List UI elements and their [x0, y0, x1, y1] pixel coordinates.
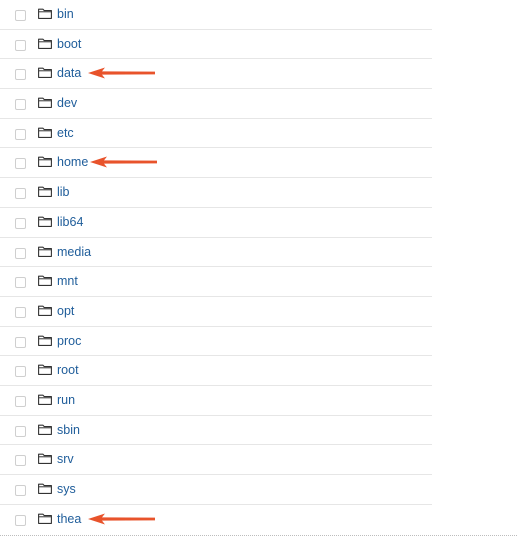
row-checkbox[interactable]	[15, 217, 26, 229]
file-row-thea: thea	[0, 505, 432, 535]
row-checkbox[interactable]	[15, 158, 26, 170]
folder-icon	[38, 216, 52, 227]
row-checkbox[interactable]	[15, 128, 26, 140]
folder-link[interactable]: opt	[57, 304, 74, 318]
row-checkbox[interactable]	[15, 10, 26, 21]
file-row-home: home	[0, 148, 432, 179]
arrow-left-icon	[90, 156, 158, 168]
row-checkbox[interactable]	[15, 69, 26, 81]
file-row-run: run	[0, 386, 432, 416]
arrow-left-icon	[88, 513, 156, 525]
folder-link[interactable]: dev	[57, 96, 77, 110]
row-checkbox[interactable]	[15, 514, 26, 526]
file-row-sys: sys	[0, 475, 432, 505]
folder-link[interactable]: data	[57, 66, 81, 80]
folder-icon	[38, 246, 52, 257]
folder-link[interactable]: lib	[57, 185, 70, 199]
file-row-srv: srv	[0, 445, 432, 475]
file-list: bin boot data dev etc home lib lib64 med…	[0, 0, 432, 534]
file-row-dev: dev	[0, 89, 432, 119]
file-row-mnt: mnt	[0, 267, 432, 297]
row-checkbox[interactable]	[15, 336, 26, 348]
list-bottom-divider	[0, 535, 517, 536]
file-row-etc: etc	[0, 119, 432, 149]
folder-link[interactable]: run	[57, 393, 75, 407]
folder-icon	[38, 127, 52, 138]
folder-link[interactable]: mnt	[57, 274, 78, 288]
folder-icon	[38, 67, 52, 79]
row-checkbox[interactable]	[15, 306, 26, 318]
folder-icon	[38, 483, 52, 494]
file-row-media: media	[0, 238, 432, 268]
folder-icon	[38, 38, 52, 49]
folder-icon	[38, 335, 52, 346]
row-checkbox[interactable]	[15, 188, 26, 200]
folder-icon	[38, 275, 52, 287]
folder-icon	[38, 8, 52, 19]
folder-icon	[38, 513, 52, 524]
row-checkbox[interactable]	[15, 455, 26, 467]
file-row-sbin: sbin	[0, 416, 432, 446]
folder-link[interactable]: lib64	[57, 215, 83, 229]
folder-icon	[38, 156, 52, 168]
folder-link[interactable]: etc	[57, 126, 74, 140]
file-row-opt: opt	[0, 297, 432, 327]
row-checkbox[interactable]	[15, 277, 26, 289]
file-row-bin: bin	[0, 0, 432, 30]
arrow-left-icon	[88, 67, 156, 79]
folder-link[interactable]: root	[57, 363, 79, 377]
folder-link[interactable]: home	[57, 155, 88, 169]
folder-link[interactable]: media	[57, 245, 91, 259]
folder-link[interactable]: proc	[57, 334, 81, 348]
file-row-lib: lib	[0, 178, 432, 208]
folder-link[interactable]: thea	[57, 512, 81, 526]
row-checkbox[interactable]	[15, 395, 26, 407]
file-row-lib64: lib64	[0, 208, 432, 238]
folder-link[interactable]: sys	[57, 482, 76, 496]
row-checkbox[interactable]	[15, 39, 26, 51]
row-checkbox[interactable]	[15, 366, 26, 378]
folder-link[interactable]: sbin	[57, 423, 80, 437]
folder-icon	[38, 424, 52, 435]
folder-icon	[38, 186, 52, 198]
file-row-boot: boot	[0, 30, 432, 60]
file-row-data: data	[0, 59, 432, 90]
folder-link[interactable]: srv	[57, 452, 74, 466]
file-row-proc: proc	[0, 327, 432, 357]
folder-icon	[38, 364, 52, 376]
folder-icon	[38, 453, 52, 465]
row-checkbox[interactable]	[15, 247, 26, 259]
folder-link[interactable]: bin	[57, 7, 74, 21]
row-checkbox[interactable]	[15, 485, 26, 496]
file-row-root: root	[0, 356, 432, 386]
row-checkbox[interactable]	[15, 99, 26, 111]
folder-icon	[38, 97, 52, 109]
folder-icon	[38, 305, 52, 316]
folder-icon	[38, 394, 52, 405]
row-checkbox[interactable]	[15, 425, 26, 437]
folder-link[interactable]: boot	[57, 37, 81, 51]
